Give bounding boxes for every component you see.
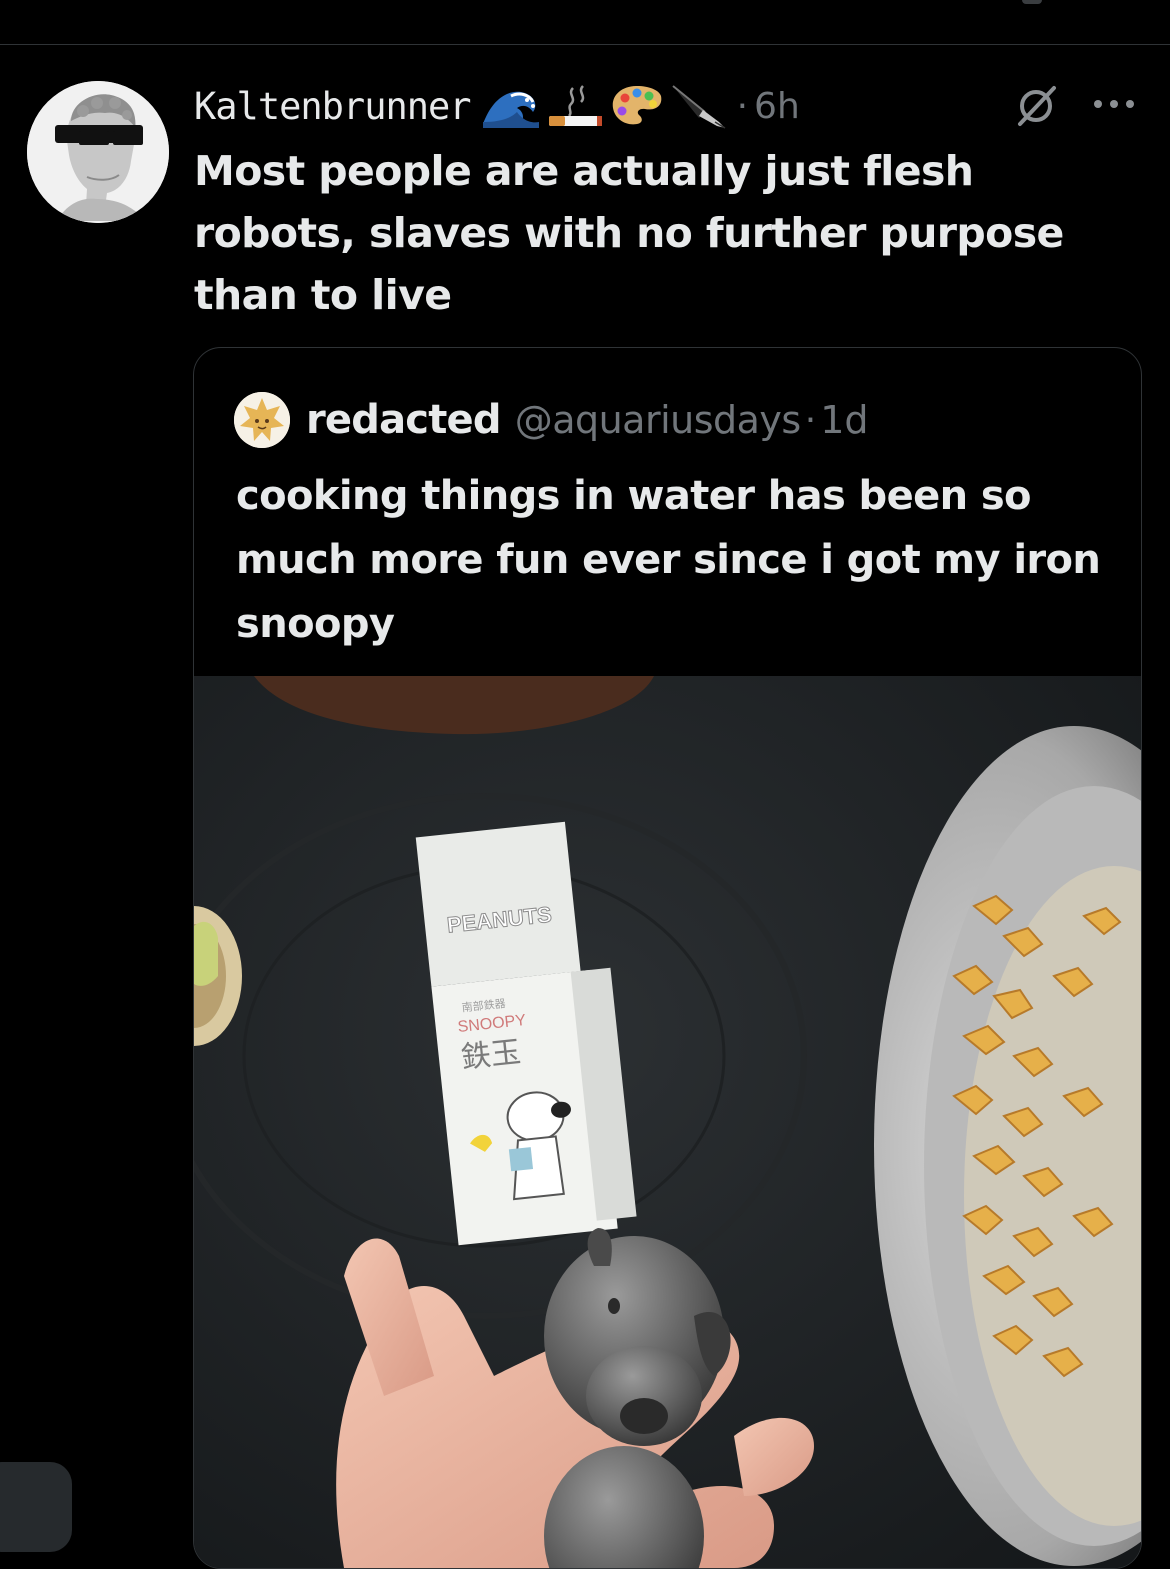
post-text: Most people are actually just flesh robo… [194, 147, 1064, 319]
quoted-author-handle[interactable]: @aquariusdays [515, 398, 802, 442]
quoted-author-avatar[interactable] [234, 392, 290, 448]
wave-emoji-icon [481, 82, 541, 130]
more-options-icon[interactable] [1090, 92, 1140, 116]
author-emoji-row [481, 82, 733, 130]
top-edge-mark [1022, 0, 1042, 4]
author-avatar[interactable] [27, 81, 169, 223]
fountain-pen-emoji-icon [669, 82, 729, 130]
quoted-post-photo[interactable]: PEANUTS 南部鉄器 SNOOPY 鉄玉 [194, 676, 1141, 1568]
grok-icon[interactable] [1012, 84, 1062, 128]
post-timestamp[interactable]: 6h [754, 86, 800, 127]
quoted-post-text: cooking things in water has been so much… [236, 473, 1101, 647]
floating-side-tab[interactable] [0, 1462, 72, 1552]
author-name[interactable]: Kaltenbrunner [194, 85, 472, 128]
palette-emoji-icon [609, 82, 665, 130]
quoted-timestamp[interactable]: 1d [820, 398, 868, 442]
header-dot-separator: · [736, 85, 749, 127]
box-kanji-label: 鉄玉 [459, 1036, 522, 1075]
photo-iron-snoopy-stovetop: PEANUTS 南部鉄器 SNOOPY 鉄玉 [194, 676, 1141, 1568]
quoted-dot-separator: · [804, 399, 817, 441]
cigarette-emoji-icon [545, 82, 605, 130]
cookie-star-avatar-image [234, 392, 290, 448]
post-header: Kaltenbrunner · 6h [194, 78, 800, 134]
statue-avatar-image [27, 81, 169, 223]
top-divider [0, 44, 1170, 45]
quoted-post-header: redacted @aquariusdays · 1d [234, 392, 869, 448]
quoted-author-name[interactable]: redacted [306, 397, 501, 443]
quoted-post-card[interactable]: redacted @aquariusdays · 1d cooking thin… [193, 347, 1142, 1569]
